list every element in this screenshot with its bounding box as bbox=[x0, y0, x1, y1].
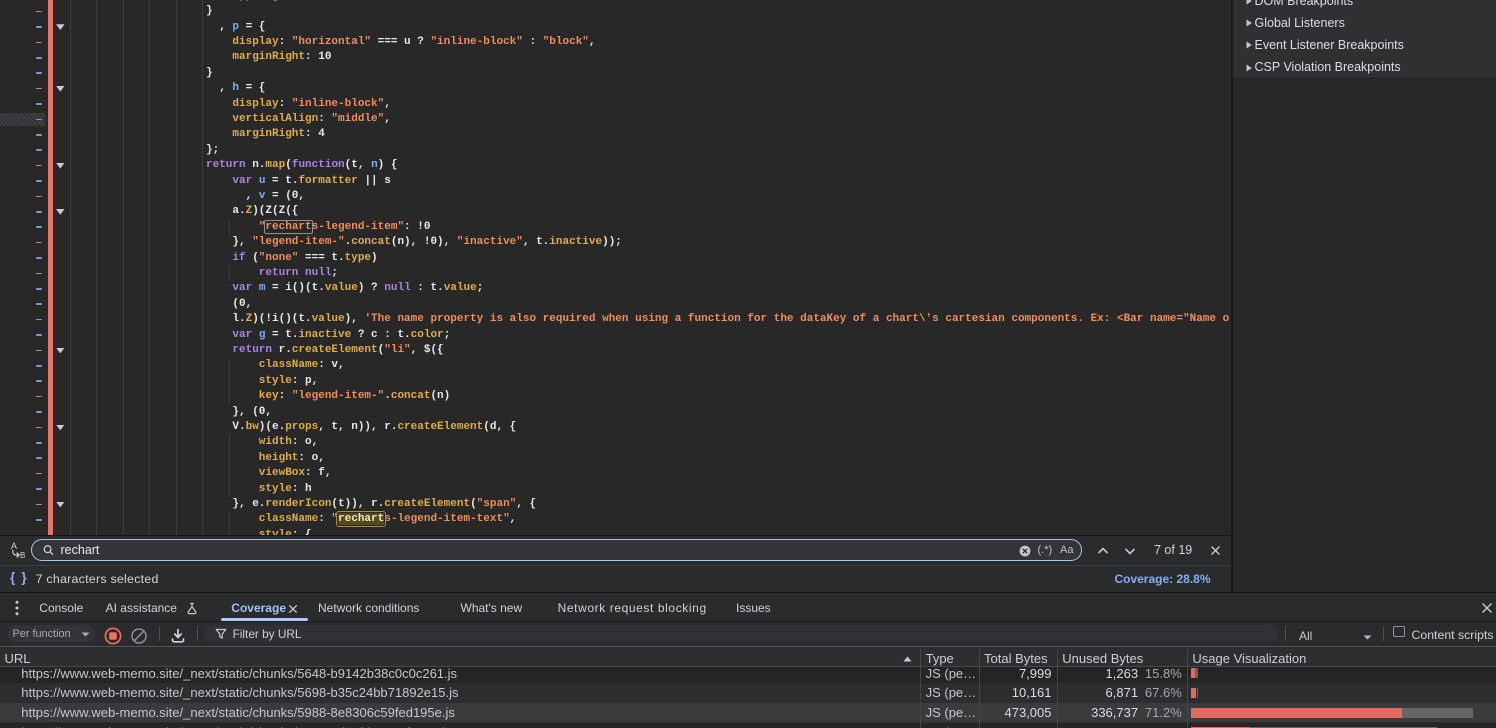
svg-text:B: B bbox=[20, 551, 25, 559]
svg-text:A: A bbox=[11, 541, 17, 551]
